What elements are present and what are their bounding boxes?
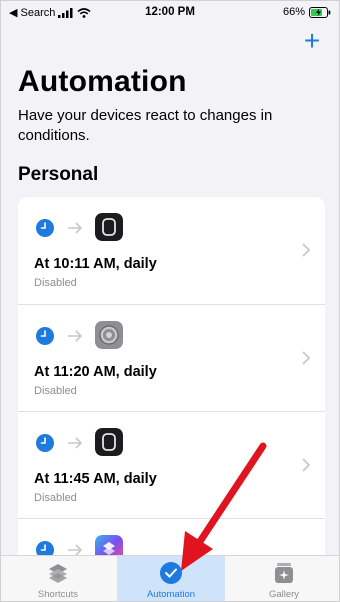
chevron-right-icon — [302, 243, 311, 257]
page-subtitle: Have your devices react to changes in co… — [18, 107, 273, 144]
automation-status: Disabled — [34, 492, 77, 504]
chevron-right-icon — [302, 458, 311, 472]
tab-automation[interactable]: Automation — [117, 556, 225, 601]
page-title: Automation — [18, 65, 187, 98]
automation-status: Disabled — [34, 277, 77, 289]
tab-shortcuts[interactable]: Shortcuts — [1, 556, 115, 601]
plus-icon: + — [303, 25, 321, 56]
battery-charging-icon — [309, 6, 331, 18]
tab-automation-label: Automation — [146, 589, 196, 600]
clock-icon — [36, 434, 54, 452]
arrow-right-icon — [68, 222, 83, 234]
watch-icon — [95, 213, 123, 241]
shortcuts-stack-icon — [49, 564, 67, 583]
automation-row[interactable]: At 11:20 AM, daily Disabled — [18, 304, 325, 411]
tab-gallery[interactable]: Gallery — [227, 556, 339, 601]
clock-icon — [36, 327, 54, 345]
gallery-icon — [275, 563, 293, 583]
automation-title: At 11:45 AM, daily — [34, 471, 157, 487]
app-screen: ◀ Search 12:00 PM 66% + Automation Have … — [0, 0, 340, 602]
battery-percent: 66% — [282, 6, 305, 18]
automation-status: Disabled — [34, 385, 77, 397]
automation-row[interactable]: At 10:11 AM, daily Disabled — [18, 197, 325, 304]
chevron-right-icon — [302, 351, 311, 365]
add-automation-button[interactable]: + — [301, 27, 323, 55]
tab-shortcuts-label: Shortcuts — [37, 589, 79, 600]
clock-icon — [36, 219, 54, 237]
arrow-right-icon — [68, 437, 83, 449]
arrow-right-icon — [68, 330, 83, 342]
automation-check-icon — [160, 562, 182, 584]
automation-title: At 10:11 AM, daily — [34, 256, 157, 272]
settings-icon — [95, 321, 123, 349]
section-title-personal: Personal — [18, 164, 99, 185]
automation-title: At 11:20 AM, daily — [34, 364, 157, 380]
tab-gallery-label: Gallery — [268, 589, 300, 600]
automation-list: At 10:11 AM, daily Disabled At 11:20 AM,… — [18, 197, 325, 567]
watch-icon — [95, 428, 123, 456]
status-bar: ◀ Search 12:00 PM 66% — [1, 1, 339, 25]
tab-bar: Shortcuts Automation Gallery — [1, 555, 339, 601]
automation-row[interactable]: At 11:45 AM, daily Disabled — [18, 411, 325, 518]
